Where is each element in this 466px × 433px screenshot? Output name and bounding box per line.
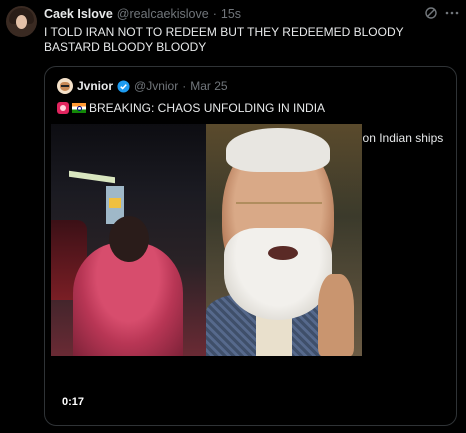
quote-author-handle[interactable]: @Jvnior [134,79,178,93]
station-light [69,170,115,184]
portrait-glasses [236,202,322,222]
quote-headline-row: BREAKING: CHAOS UNFOLDING IN INDIA [57,100,325,116]
quote-separator: · [182,79,187,93]
tweet[interactable]: Caek Islove @realcaekislove · 15s I TOLD… [0,0,466,433]
portrait-mouth [268,246,298,260]
video-left-scene [51,124,206,356]
more-icon[interactable] [445,7,459,19]
author-name[interactable]: Caek Islove [44,7,113,21]
avatar-face [16,15,27,29]
verified-icon [117,79,130,93]
video-right-portrait [206,124,362,356]
quote-date[interactable]: Mar 25 [190,79,227,93]
author-handle[interactable]: @realcaekislove [117,7,209,21]
grok-icon[interactable] [424,6,438,20]
quote-headline: BREAKING: CHAOS UNFOLDING IN INDIA [89,101,326,115]
avatar[interactable] [6,6,37,37]
separator: · [212,7,217,21]
tweet-header: Caek Islove @realcaekislove · 15s [44,6,241,22]
person-head [109,216,149,262]
portrait-beard [224,228,332,320]
video-thumbnail[interactable] [51,124,362,356]
portrait-hand [318,274,354,356]
india-flag-icon [72,103,86,113]
video-duration: 0:17 [62,396,85,408]
timestamp[interactable]: 15s [221,7,241,21]
portrait-hair [226,128,330,172]
quote-header: Jvnior @Jvnior · Mar 25 [57,77,228,95]
quote-author-name[interactable]: Jvnior [77,79,113,93]
tweet-text: I TOLD IRAN NOT TO REDEEM BUT THEY REDEE… [44,25,404,54]
quote-avatar[interactable] [57,78,73,94]
siren-icon [57,102,69,114]
